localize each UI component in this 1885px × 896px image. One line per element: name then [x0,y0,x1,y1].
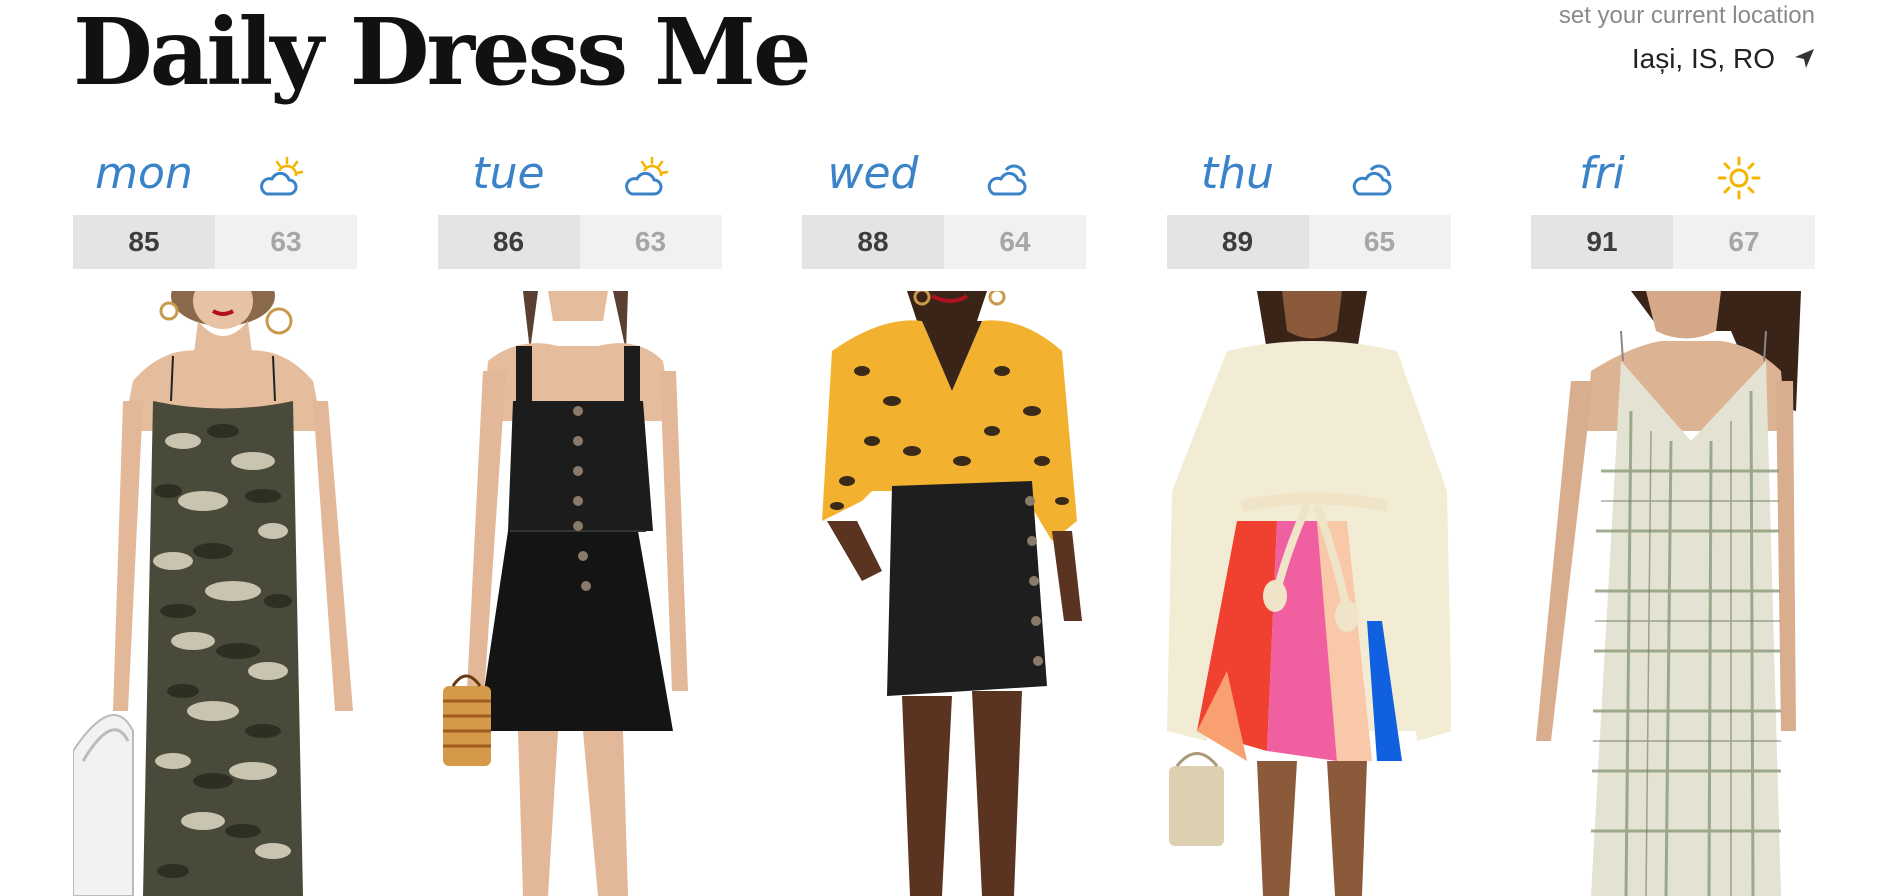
outfit-image[interactable] [1166,291,1451,896]
day-header: tue [438,140,722,215]
temp-high: 85 [73,215,215,269]
day-card-mon: mon 85 63 [73,140,357,896]
day-header: wed [802,140,1086,215]
partly-cloudy-icon [257,154,305,202]
outfit-image[interactable] [73,291,357,896]
header: Daily Dress Me set your current location… [0,0,1885,130]
outfit-image[interactable] [437,291,722,896]
temp-low: 67 [1673,215,1815,269]
location-row[interactable]: Iași, IS, RO [1559,42,1815,76]
partly-cloudy-icon [622,154,670,202]
temp-low: 65 [1308,215,1451,269]
temperature-bar: 86 63 [437,215,722,269]
day-card-wed: wed 88 64 [802,140,1086,896]
cloudy-icon [1351,154,1399,202]
temp-low: 63 [579,215,722,269]
temp-low: 63 [215,215,357,269]
day-name[interactable]: wed [802,148,944,200]
sunny-icon [1715,154,1763,202]
cloudy-icon [986,154,1034,202]
outfit-image[interactable] [1531,291,1815,896]
temp-high: 86 [437,215,580,269]
temperature-bar: 85 63 [73,215,357,269]
day-header: thu [1167,140,1451,215]
location-city[interactable]: Iași, IS, RO [1632,42,1775,76]
temp-high: 88 [802,215,944,269]
app-title: Daily Dress Me [73,0,812,106]
day-name[interactable]: fri [1531,148,1673,200]
day-name[interactable]: thu [1167,148,1309,200]
temp-high: 91 [1531,215,1673,269]
day-name[interactable]: mon [73,148,215,200]
temperature-bar: 89 65 [1166,215,1451,269]
day-header: fri [1531,140,1815,215]
location-prompt[interactable]: set your current location [1559,0,1815,32]
day-card-thu: thu 89 65 [1166,140,1451,896]
day-header: mon [73,140,357,215]
temp-low: 64 [944,215,1086,269]
outfit-image[interactable] [802,291,1086,896]
temp-high: 89 [1166,215,1309,269]
location-widget: set your current location Iași, IS, RO [1559,0,1815,76]
location-arrow-icon[interactable] [1793,48,1815,70]
temperature-bar: 91 67 [1531,215,1815,269]
day-card-fri: fri 91 67 [1531,140,1815,896]
day-card-tue: tue 86 63 [437,140,722,896]
day-name[interactable]: tue [438,148,580,200]
forecast-row: mon 85 63 tue 86 63 wed 88 64 thu 89 65 … [73,140,1815,896]
temperature-bar: 88 64 [802,215,1086,269]
